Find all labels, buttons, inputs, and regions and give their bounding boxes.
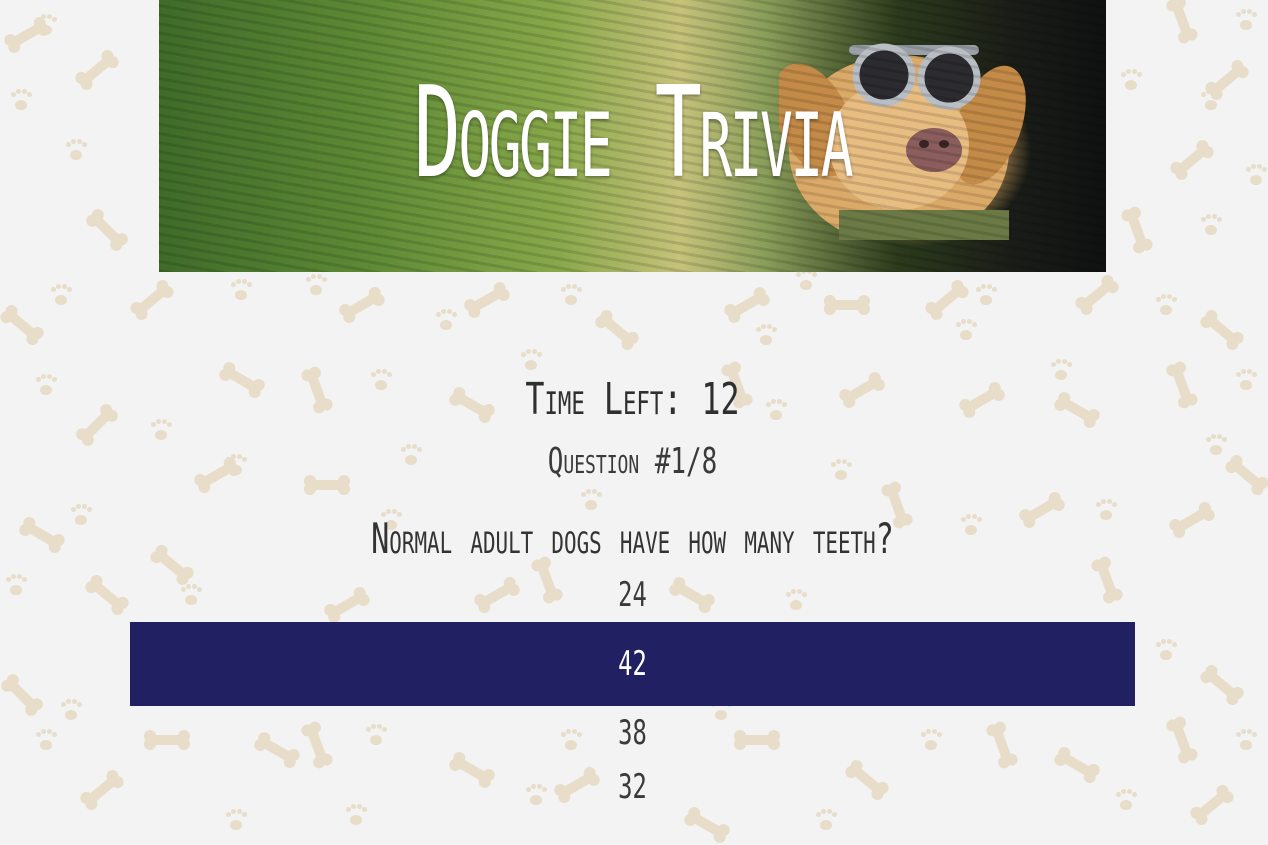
bone-icon: [469, 287, 505, 313]
paw-icon: [816, 812, 832, 830]
bone-icon: [1205, 315, 1239, 345]
paw-icon: [1201, 217, 1217, 235]
paw-icon: [976, 287, 992, 305]
bone-icon: [90, 580, 124, 610]
bone-icon: [91, 214, 123, 246]
bone-icon: [1195, 790, 1229, 820]
answer-label: 42: [618, 644, 647, 684]
question-text: Normal adult dogs have how many teeth?: [371, 514, 894, 563]
page-title: Doggie Trivia: [413, 59, 854, 206]
bone-icon: [344, 292, 380, 318]
answer-option-42-selected[interactable]: 42: [130, 622, 1135, 706]
paw-icon: [1121, 72, 1137, 90]
bone-icon: [81, 409, 113, 441]
answer-option-24[interactable]: 24: [281, 568, 985, 622]
bone-icon: [80, 55, 114, 85]
paw-icon: [1236, 372, 1252, 390]
header-banner: Doggie Trivia: [159, 0, 1106, 272]
paw-icon: [1236, 12, 1252, 30]
question-counter: Question #1/8: [547, 441, 718, 482]
bone-icon: [6, 679, 38, 711]
quiz-panel: Time Left: 12 Question #1/8 Normal adult…: [130, 360, 1135, 814]
paw-icon: [226, 812, 242, 830]
paw-icon: [756, 327, 772, 345]
bone-icon: [1210, 65, 1244, 95]
paw-icon: [956, 322, 972, 340]
bone-icon: [1171, 2, 1193, 38]
bone-icon: [600, 315, 634, 345]
bone-icon: [1080, 280, 1114, 310]
paw-icon: [1156, 642, 1172, 660]
bone-icon: [1230, 460, 1264, 490]
paw-icon: [11, 92, 27, 110]
paw-icon: [71, 507, 87, 525]
timer-label: Time Left: 12: [525, 374, 740, 425]
paw-icon: [66, 142, 82, 160]
bone-icon: [824, 295, 870, 310]
paw-icon: [1236, 732, 1252, 750]
paw-icon: [61, 702, 77, 720]
bone-icon: [9, 22, 45, 48]
bone-icon: [24, 522, 60, 548]
bone-icon: [1171, 722, 1193, 758]
bone-icon: [689, 812, 725, 838]
bone-icon: [85, 775, 119, 805]
paw-icon: [36, 17, 52, 35]
bone-icon: [1174, 507, 1210, 533]
paw-icon: [561, 287, 577, 305]
paw-icon: [436, 312, 452, 330]
bone-icon: [1171, 367, 1193, 403]
paw-icon: [306, 277, 322, 295]
paw-icon: [36, 377, 52, 395]
answer-option-38[interactable]: 38: [281, 706, 985, 760]
bone-icon: [729, 292, 765, 318]
paw-icon: [1201, 92, 1217, 110]
answer-list: 24 42 38 32: [130, 568, 1135, 814]
paw-icon: [796, 272, 812, 290]
bone-icon: [930, 285, 964, 315]
answer-option-32[interactable]: 32: [281, 760, 985, 814]
bone-icon: [1175, 145, 1209, 175]
paw-icon: [1206, 437, 1222, 455]
paw-icon: [36, 732, 52, 750]
bone-icon: [1205, 670, 1239, 700]
paw-icon: [231, 282, 247, 300]
paw-icon: [346, 807, 362, 825]
bone-icon: [1126, 212, 1148, 248]
paw-icon: [1156, 297, 1172, 315]
bone-icon: [135, 285, 169, 315]
paw-icon: [1246, 167, 1262, 185]
paw-icon: [6, 577, 22, 595]
paw-icon: [51, 287, 67, 305]
bone-icon: [5, 310, 39, 340]
